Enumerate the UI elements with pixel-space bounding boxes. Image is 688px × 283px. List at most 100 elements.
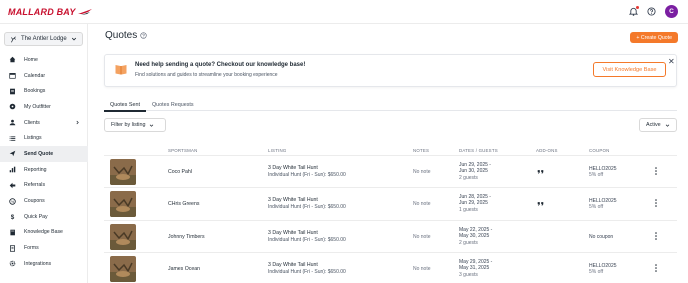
tab-quotes-requests[interactable]: Quotes Requests [146, 98, 200, 111]
chevron-right-icon [76, 120, 79, 124]
addon-quote-icon [537, 170, 544, 174]
sidebar-item-calendar[interactable]: Calendar [0, 68, 88, 84]
sportsman-name: Coco Pahl [168, 169, 192, 175]
sportsman-name: Johnny Timbers [168, 233, 205, 240]
sidebar-item-home[interactable]: Home [0, 52, 88, 68]
table-row[interactable]: CHris Greens 3 Day White Tail Hunt Indiv… [104, 187, 677, 219]
home-icon [9, 57, 16, 63]
coupon-icon: % [9, 197, 16, 205]
date-end: Jun 30, 2025 [459, 168, 488, 174]
sportsman-name: James Ocean [168, 266, 201, 273]
header-listing: LISTING [268, 148, 287, 153]
help-circle-icon[interactable] [647, 7, 656, 16]
mallard-bay-logo[interactable]: MALLARD BAY [8, 6, 92, 18]
guest-count: 2 guests [459, 175, 478, 181]
status-label: Active [646, 122, 661, 128]
more-options-icon[interactable] [654, 166, 658, 176]
listing-thumbnail [110, 191, 136, 218]
page-title: Quotes [105, 30, 138, 41]
forms-icon [10, 244, 15, 252]
top-bar: MALLARD BAY C [0, 0, 688, 24]
header-add-ons: ADD-ONS [536, 148, 558, 153]
main-content: Quotes + Create Quote Need help sending … [88, 24, 688, 283]
notification-bell-icon[interactable] [628, 6, 639, 16]
sidebar-item-label: Listings [24, 135, 42, 142]
book-icon [10, 229, 15, 236]
sidebar-item-label: Forms [24, 245, 39, 252]
sidebar-item-clients[interactable]: Clients [0, 115, 88, 131]
sidebar-item-send-quote[interactable]: Send Quote [0, 146, 88, 162]
duck-wing-icon [77, 9, 92, 15]
listing-thumbnail [110, 256, 136, 283]
sidebar-item-label: Home [24, 56, 38, 63]
send-icon [9, 151, 16, 157]
list-icon [9, 136, 16, 141]
sidebar-item-label: Knowledge Base [24, 229, 63, 236]
listing-detail: Individual Hunt (Fri - Sun): $650.00 [268, 269, 346, 276]
table-row[interactable]: Johnny Timbers 3 Day White Tail Hunt Ind… [104, 219, 677, 252]
close-icon[interactable]: ✕ [668, 58, 675, 66]
sidebar-item-label: Integrations [24, 260, 52, 267]
notes-text: No note [413, 201, 431, 208]
bookings-icon [10, 88, 15, 95]
sidebar-item-bookings[interactable]: Bookings [0, 83, 88, 99]
sidebar-item-label: Calendar [24, 72, 46, 79]
sidebar-item-my-outfitter[interactable]: My Outfitter [0, 99, 88, 115]
sidebar-item-label: Bookings [24, 88, 46, 95]
chevron-down-icon [71, 37, 77, 41]
guest-count: 3 guests [459, 272, 478, 279]
sidebar-item-knowledge-base[interactable]: Knowledge Base [0, 225, 88, 241]
notes-text: No note [413, 169, 431, 175]
notification-dot [636, 6, 639, 9]
listing-title: 3 Day White Tail Hunt [268, 165, 318, 171]
sidebar-item-listings[interactable]: Listings [0, 130, 88, 146]
sidebar-item-label: Referrals [24, 182, 46, 189]
sidebar-item-quick-pay[interactable]: $ Quick Pay [0, 209, 88, 225]
guest-count: 2 guests [459, 239, 478, 246]
sidebar-item-label: My Outfitter [24, 103, 51, 110]
sportsman-name: CHris Greens [168, 201, 200, 208]
lodge-selector[interactable]: The Antler Lodge [4, 32, 83, 46]
sidebar-item-label: Send Quote [24, 150, 54, 157]
svg-text:$: $ [11, 214, 15, 220]
header-notes: NOTES [413, 148, 430, 153]
coupon-discount: 5% off [589, 172, 604, 178]
status-dropdown[interactable]: Active [639, 118, 677, 132]
filter-by-listing-dropdown[interactable]: Filter by listing [104, 118, 166, 132]
sidebar-item-forms[interactable]: Forms [0, 240, 88, 256]
listing-detail: Individual Hunt (Fri - Sun): $650.00 [268, 172, 346, 178]
sidebar-item-coupons[interactable]: % Coupons [0, 193, 88, 209]
more-options-icon[interactable] [654, 263, 658, 273]
lodge-name: The Antler Lodge [21, 36, 67, 42]
sidebar-item-label: Reporting [24, 166, 47, 173]
table-row[interactable]: Coco Pahl 3 Day White Tail Hunt Individu… [104, 155, 677, 187]
addon-quote-icon [537, 202, 544, 206]
listing-thumbnail [110, 223, 136, 250]
calendar-icon [9, 73, 16, 79]
sidebar-item-label: Coupons [24, 198, 45, 205]
sidebar-nav: Home Calendar Bookings My Outfitter Clie… [0, 52, 88, 272]
quote-tabs: Quotes Sent Quotes Requests [104, 98, 677, 112]
listing-detail: Individual Hunt (Fri - Sun): $650.00 [268, 236, 346, 243]
coupon-discount: 5% off [589, 269, 604, 276]
quotes-table: Coco Pahl 3 Day White Tail Hunt Individu… [104, 155, 677, 283]
banner-subtitle: Find solutions and guides to streamline … [135, 72, 278, 78]
compass-icon [9, 104, 16, 110]
sidebar-item-reporting[interactable]: Reporting [0, 162, 88, 178]
more-options-icon[interactable] [654, 231, 658, 241]
table-row[interactable]: James Ocean 3 Day White Tail Hunt Indivi… [104, 252, 677, 283]
tab-quotes-sent[interactable]: Quotes Sent [104, 98, 146, 112]
sidebar-item-label: Clients [24, 119, 40, 126]
sidebar-item-integrations[interactable]: Integrations [0, 256, 88, 272]
listing-detail: Individual Hunt (Fri - Sun): $650.00 [268, 204, 346, 211]
antler-icon [11, 35, 16, 42]
user-avatar[interactable]: C [665, 5, 678, 18]
visit-knowledge-base-button[interactable]: Visit Knowledge Base [593, 62, 666, 77]
chart-icon [9, 166, 16, 173]
more-options-icon[interactable] [654, 198, 658, 208]
banner-title: Need help sending a quote? Checkout our … [135, 62, 306, 68]
create-quote-button[interactable]: + Create Quote [630, 32, 678, 43]
info-icon[interactable] [140, 32, 147, 39]
header-sportsman: SPORTSMAN [168, 148, 198, 153]
sidebar-item-referrals[interactable]: Referrals [0, 178, 88, 194]
